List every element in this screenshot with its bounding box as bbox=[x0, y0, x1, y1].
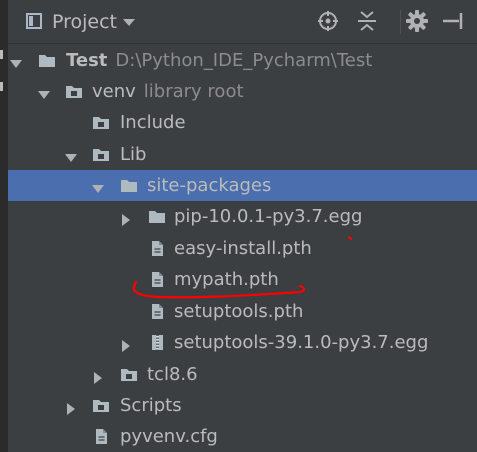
folder-icon bbox=[38, 52, 56, 69]
tree-row-pip-10-0-1-py3-7-egg[interactable]: pip-10.0.1-py3.7.egg bbox=[8, 201, 477, 232]
item-name: tcl8.6 bbox=[147, 364, 198, 385]
tree-item-label: pyvenv.cfg bbox=[120, 425, 218, 449]
gear-icon[interactable] bbox=[405, 9, 429, 33]
folder-icon bbox=[148, 208, 166, 225]
locate-crosshair-icon[interactable] bbox=[316, 9, 340, 33]
tree-row-venv[interactable]: venv library root bbox=[8, 76, 477, 107]
collapse-all-icon[interactable] bbox=[355, 9, 379, 33]
expanded-arrow-icon[interactable] bbox=[92, 180, 104, 193]
panel-header: Project bbox=[8, 0, 477, 44]
item-path-hint: D:\Python_IDE_Pycharm\Test bbox=[115, 50, 373, 71]
tree-row-tcl8-6[interactable]: tcl8.6 bbox=[8, 359, 477, 390]
expanded-arrow-icon[interactable] bbox=[65, 149, 77, 162]
library-folder-icon bbox=[92, 146, 110, 163]
item-name: pip-10.0.1-py3.7.egg bbox=[174, 206, 363, 227]
item-path-hint: library root bbox=[143, 81, 244, 102]
tree-item-label: site-packages bbox=[147, 174, 271, 198]
tree-row-mypath-pth[interactable]: mypath.pth bbox=[8, 264, 477, 295]
expanded-arrow-icon[interactable] bbox=[10, 55, 22, 68]
collapsed-arrow-icon[interactable] bbox=[120, 337, 132, 352]
item-name: pyvenv.cfg bbox=[120, 426, 218, 447]
tree-item-label: setuptools.pth bbox=[174, 300, 303, 324]
expanded-arrow-icon[interactable] bbox=[38, 86, 50, 99]
editor-gutter-edge bbox=[0, 0, 8, 452]
tree-item-label: pip-10.0.1-py3.7.egg bbox=[174, 205, 362, 229]
item-name: Lib bbox=[120, 144, 147, 165]
file-icon bbox=[148, 303, 166, 320]
item-name: setuptools.pth bbox=[174, 301, 304, 322]
collapsed-arrow-icon[interactable] bbox=[120, 211, 132, 226]
tree-row-site-packages[interactable]: site-packages bbox=[8, 170, 477, 201]
file-icon bbox=[148, 240, 166, 257]
item-name: Test bbox=[66, 50, 108, 71]
gutter-mark bbox=[0, 82, 3, 91]
item-name: easy-install.pth bbox=[174, 238, 312, 259]
tree-item-label: Include bbox=[120, 111, 186, 135]
library-folder-icon bbox=[92, 397, 110, 414]
project-window-icon bbox=[26, 13, 42, 29]
file-icon bbox=[92, 428, 110, 445]
tree-item-label: Scripts bbox=[120, 394, 182, 418]
item-name: venv bbox=[92, 81, 136, 102]
file-icon bbox=[148, 271, 166, 288]
panel-title[interactable]: Project bbox=[52, 10, 117, 34]
tree-item-label: tcl8.6 bbox=[147, 363, 198, 387]
tree-item-label: setuptools-39.1.0-py3.7.egg bbox=[174, 331, 428, 355]
archive-icon bbox=[148, 334, 166, 351]
tree-row-lib[interactable]: Lib bbox=[8, 139, 477, 170]
collapsed-arrow-icon[interactable] bbox=[65, 400, 77, 415]
item-name: setuptools-39.1.0-py3.7.egg bbox=[174, 332, 429, 353]
library-folder-icon bbox=[92, 114, 110, 131]
tree-row-test[interactable]: Test D:\Python_IDE_Pycharm\Test bbox=[8, 45, 477, 76]
gutter-mark bbox=[0, 50, 3, 59]
tree-row-easy-install-pth[interactable]: easy-install.pth bbox=[8, 233, 477, 264]
tree-item-label: venv library root bbox=[92, 80, 244, 104]
tree-row-pyvenv-cfg[interactable]: pyvenv.cfg bbox=[8, 421, 477, 452]
tree-item-label: Lib bbox=[120, 143, 146, 167]
tree-item-label: easy-install.pth bbox=[174, 237, 312, 261]
item-name: site-packages bbox=[147, 175, 272, 196]
view-dropdown-caret-icon[interactable] bbox=[123, 19, 135, 26]
folder-icon bbox=[120, 177, 138, 194]
tree-row-scripts[interactable]: Scripts bbox=[8, 390, 477, 421]
hide-panel-icon[interactable] bbox=[440, 9, 464, 33]
tree-row-setuptools-39-1-0-py3-7-egg[interactable]: setuptools-39.1.0-py3.7.egg bbox=[8, 327, 477, 358]
toolbar-separator bbox=[400, 10, 401, 34]
item-name: Scripts bbox=[120, 395, 182, 416]
library-folder-icon bbox=[65, 83, 83, 100]
collapsed-arrow-icon[interactable] bbox=[92, 369, 104, 384]
tree-row-include[interactable]: Include bbox=[8, 107, 477, 138]
library-folder-icon bbox=[120, 366, 138, 383]
tree-item-label: Test D:\Python_IDE_Pycharm\Test bbox=[66, 49, 372, 73]
project-tool-window: Project Test D:\Python_IDE_Pycharm\Test … bbox=[0, 0, 477, 452]
project-tree: Test D:\Python_IDE_Pycharm\Testvenv librar… bbox=[8, 44, 477, 452]
item-name: mypath.pth bbox=[174, 269, 279, 290]
tree-item-label: mypath.pth bbox=[174, 268, 279, 292]
tree-row-setuptools-pth[interactable]: setuptools.pth bbox=[8, 296, 477, 327]
item-name: Include bbox=[120, 112, 186, 133]
